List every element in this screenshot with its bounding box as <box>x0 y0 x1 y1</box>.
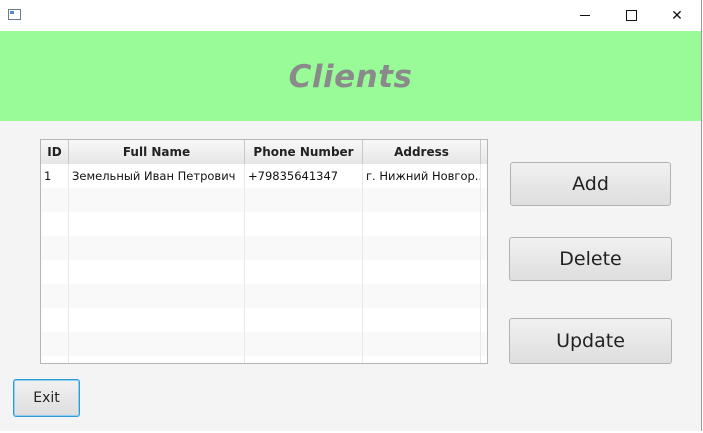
cell-address: г. Нижний Новгор... <box>363 164 481 188</box>
column-header-id[interactable]: ID <box>41 140 69 164</box>
app-window: ✕ Clients ID Full Name Phone Number Addr… <box>0 0 702 432</box>
maximize-button[interactable] <box>608 0 654 31</box>
empty-table-row <box>41 332 487 356</box>
update-button[interactable]: Update <box>509 318 672 364</box>
maximize-icon <box>625 10 637 21</box>
empty-table-row <box>41 188 487 212</box>
table-row[interactable]: 1 Земельный Иван Петрович +79835641347 г… <box>41 164 487 188</box>
column-header-phone-number[interactable]: Phone Number <box>245 140 363 164</box>
minimize-icon <box>580 15 590 16</box>
add-button[interactable]: Add <box>510 162 671 206</box>
table-body: 1 Земельный Иван Петрович +79835641347 г… <box>41 164 487 363</box>
empty-table-row <box>41 308 487 332</box>
empty-table-row <box>41 284 487 308</box>
delete-button[interactable]: Delete <box>509 237 672 281</box>
app-window-icon <box>8 9 21 20</box>
close-button[interactable]: ✕ <box>654 0 700 31</box>
minimize-button[interactable] <box>562 0 608 31</box>
table-header: ID Full Name Phone Number Address <box>41 140 487 165</box>
empty-table-row <box>41 212 487 236</box>
empty-table-row <box>41 260 487 284</box>
header-banner: Clients <box>0 31 701 121</box>
cell-id: 1 <box>41 164 69 188</box>
page-title: Clients <box>288 59 413 95</box>
cell-filler <box>481 164 487 188</box>
column-header-filler <box>481 140 487 164</box>
cell-full-name: Земельный Иван Петрович <box>69 164 245 188</box>
column-header-full-name[interactable]: Full Name <box>69 140 245 164</box>
close-icon: ✕ <box>671 7 683 24</box>
column-header-address[interactable]: Address <box>363 140 481 164</box>
empty-table-row <box>41 356 487 363</box>
clients-table[interactable]: ID Full Name Phone Number Address 1 Земе… <box>40 139 488 364</box>
empty-table-row <box>41 236 487 260</box>
title-bar: ✕ <box>0 0 701 31</box>
exit-button[interactable]: Exit <box>13 379 80 417</box>
cell-phone-number: +79835641347 <box>245 164 363 188</box>
